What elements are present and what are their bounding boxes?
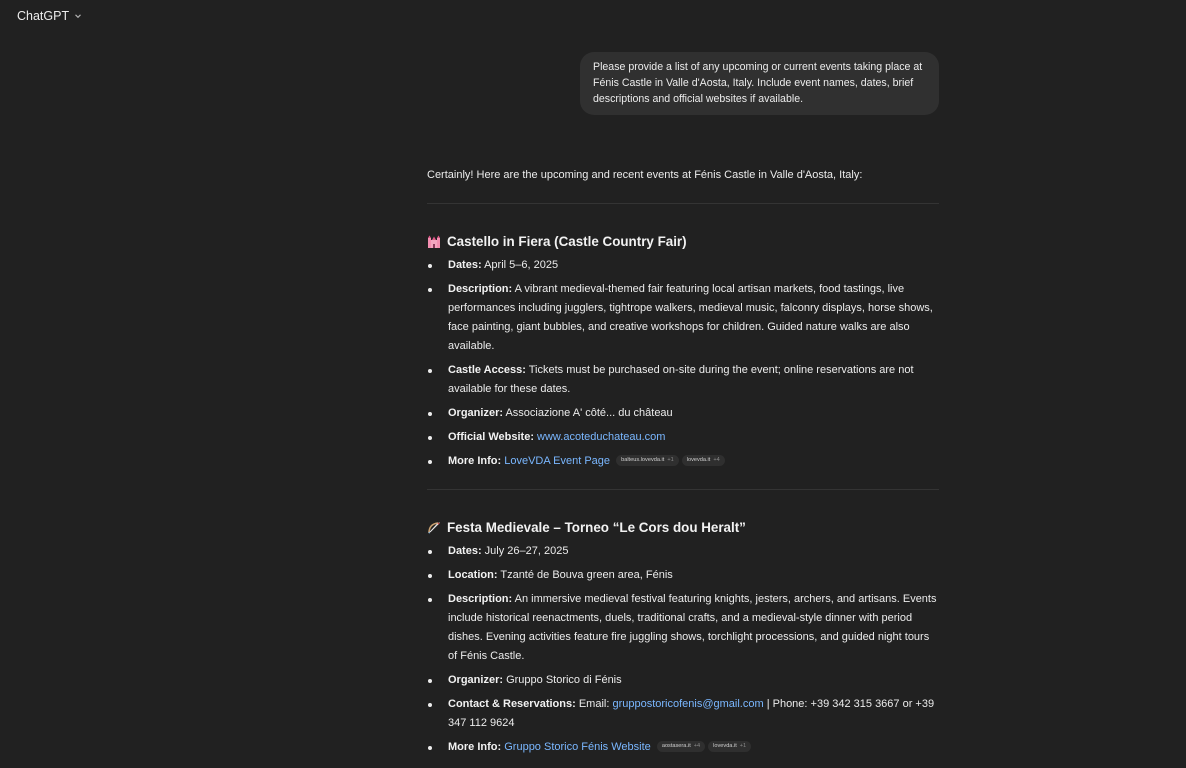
divider (427, 489, 939, 490)
divider (427, 203, 939, 204)
list-item: Location: Tzanté de Bouva green area, Fé… (427, 566, 939, 585)
archery-icon (427, 521, 441, 535)
website-link[interactable]: www.acoteduchateau.com (537, 431, 665, 443)
model-selector[interactable]: ChatGPT (17, 8, 83, 24)
list-item: Description: A vibrant medieval-themed f… (427, 280, 939, 356)
list-item: Dates: April 5–6, 2025 (427, 256, 939, 275)
source-chip[interactable]: lovevda.it +1 (708, 740, 752, 752)
chevron-down-icon (73, 11, 83, 21)
event-details: Dates: April 5–6, 2025 Description: A vi… (427, 256, 939, 471)
source-chip[interactable]: lovevda.it +4 (681, 454, 725, 466)
email-link[interactable]: gruppostoricofenis@gmail.com (612, 698, 763, 710)
more-info-link[interactable]: Gruppo Storico Fénis Website (504, 741, 651, 753)
list-item: Contact & Reservations: Email: grupposto… (427, 695, 939, 733)
list-item: Description: An immersive medieval festi… (427, 590, 939, 666)
source-chip[interactable]: balteus.lovevda.it +1 (616, 454, 679, 466)
assistant-message: Certainly! Here are the upcoming and rec… (427, 166, 939, 757)
list-item: Dates: July 26–27, 2025 (427, 542, 939, 561)
event-title: Festa Medievale – Torneo “Le Cors dou He… (427, 518, 939, 538)
more-info-link[interactable]: LoveVDA Event Page (504, 455, 610, 467)
user-message: Please provide a list of any upcoming or… (580, 52, 939, 115)
event-details: Dates: July 26–27, 2025 Location: Tzanté… (427, 542, 939, 757)
list-item: More Info: LoveVDA Event Page balteus.lo… (427, 452, 939, 471)
source-chip[interactable]: aostasera.it +4 (656, 740, 706, 752)
list-item: More Info: Gruppo Storico Fénis Website … (427, 738, 939, 757)
event-section: Festa Medievale – Torneo “Le Cors dou He… (427, 518, 939, 757)
assistant-intro: Certainly! Here are the upcoming and rec… (427, 169, 863, 181)
event-title: Castello in Fiera (Castle Country Fair) (427, 232, 939, 252)
castle-icon (427, 235, 441, 249)
list-item: Organizer: Gruppo Storico di Fénis (427, 671, 939, 690)
event-section: Castello in Fiera (Castle Country Fair) … (427, 232, 939, 471)
model-name: ChatGPT (17, 9, 70, 23)
list-item: Organizer: Associazione A' côté... du ch… (427, 404, 939, 423)
list-item: Castle Access: Tickets must be purchased… (427, 361, 939, 399)
list-item: Official Website: www.acoteduchateau.com (427, 428, 939, 447)
